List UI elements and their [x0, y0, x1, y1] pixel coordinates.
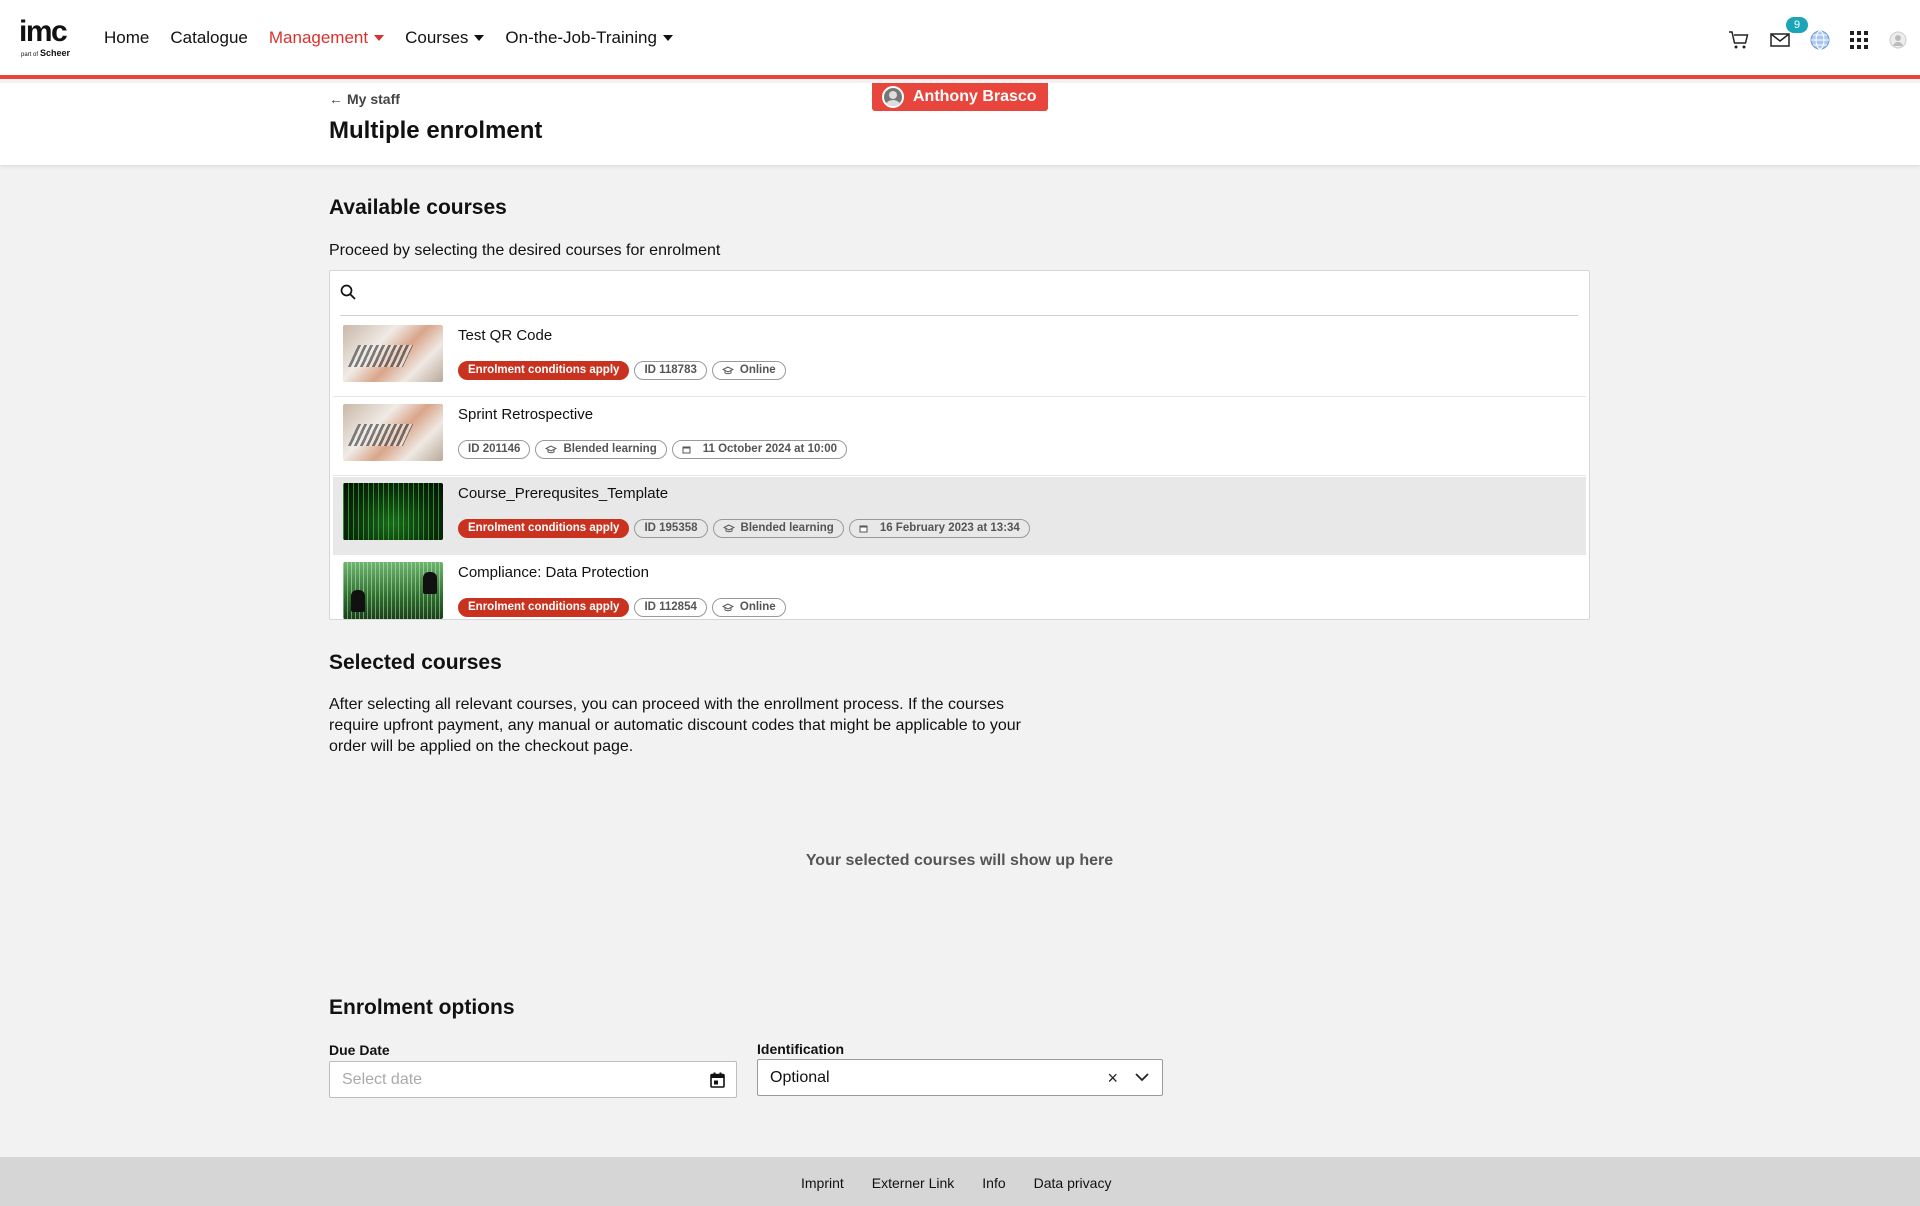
impersonated-user-chip[interactable]: Anthony Brasco — [872, 83, 1048, 111]
logo-text: imc — [19, 15, 68, 48]
course-date-tag: 11 October 2024 at 10:00 — [671, 440, 847, 459]
graduation-cap-icon — [721, 366, 734, 375]
identification-value: Optional — [770, 1069, 830, 1086]
available-courses-heading: Available courses — [329, 196, 507, 219]
course-type-tag: Online — [711, 598, 786, 617]
nav-on-the-job-training[interactable]: On-the-Job-Training — [505, 28, 673, 48]
nav-management[interactable]: Management — [269, 28, 385, 48]
course-thumbnail — [343, 404, 443, 461]
globe-icon[interactable] — [1808, 28, 1832, 52]
selected-courses-empty-state: Your selected courses will show up here — [805, 852, 1114, 869]
footer-link-externer-link[interactable]: Externer Link — [872, 1175, 954, 1191]
course-id-tag: ID 195358 — [634, 519, 708, 538]
mail-icon[interactable] — [1768, 28, 1792, 52]
footer: Imprint Externer Link Info Data privacy — [0, 1157, 1920, 1206]
identification-label: Identification — [757, 1041, 845, 1057]
search-icon — [340, 284, 356, 300]
caret-down-icon — [374, 35, 385, 41]
footer-link-imprint[interactable]: Imprint — [801, 1175, 844, 1191]
calendar-icon — [682, 446, 691, 454]
course-thumbnail — [343, 483, 443, 540]
footer-link-info[interactable]: Info — [982, 1175, 1005, 1191]
impersonated-user-name: Anthony Brasco — [913, 88, 1037, 105]
calendar-icon — [859, 525, 868, 533]
chevron-down-icon[interactable] — [1134, 1071, 1150, 1083]
calendar-icon[interactable] — [710, 1072, 725, 1088]
caret-down-icon — [474, 35, 485, 41]
due-date-field[interactable]: Select date — [329, 1061, 737, 1098]
course-thumbnail — [343, 325, 443, 382]
enrolment-conditions-tag: Enrolment conditions apply — [458, 598, 630, 617]
clear-icon[interactable]: × — [1107, 1068, 1118, 1089]
graduation-cap-icon — [721, 603, 734, 612]
selected-courses-heading: Selected courses — [329, 651, 502, 674]
course-title: Compliance: Data Protection — [458, 564, 649, 581]
user-avatar-icon — [882, 86, 904, 108]
logo-subtext: part of Scheer — [21, 48, 71, 58]
course-row-sprint-retrospective[interactable]: Sprint Retrospective ID 201146 Blended l… — [333, 398, 1586, 476]
enrolment-options-heading: Enrolment options — [329, 996, 515, 1019]
course-row-course-prerequisites-template[interactable]: Course_Prerequsites_Template Enrolment c… — [333, 477, 1586, 555]
due-date-placeholder: Select date — [342, 1071, 423, 1088]
main-nav: Home Catalogue Management Courses On-the… — [104, 28, 694, 48]
course-id-tag: ID 201146 — [458, 440, 531, 459]
course-date-tag: 16 February 2023 at 13:34 — [848, 519, 1030, 538]
page-header: ← My staff Multiple enrolment Anthony Br… — [0, 83, 1920, 165]
available-courses-description: Proceed by selecting the desired courses… — [329, 242, 721, 259]
course-id-tag: ID 118783 — [634, 361, 707, 380]
course-row-compliance-data-protection[interactable]: Compliance: Data Protection Enrolment co… — [333, 556, 1586, 619]
nav-courses[interactable]: Courses — [405, 28, 485, 48]
course-title: Course_Prerequsites_Template — [458, 485, 669, 502]
course-type-tag: Blended learning — [712, 519, 844, 538]
cart-icon[interactable] — [1727, 28, 1751, 52]
top-navigation-bar: imc part of Scheer Home Catalogue Managem… — [0, 0, 1920, 79]
course-title: Sprint Retrospective — [458, 406, 594, 423]
course-search-input[interactable] — [340, 271, 1578, 316]
course-thumbnail — [343, 562, 443, 619]
arrow-left-icon: ← — [329, 91, 343, 107]
course-id-tag: ID 112854 — [634, 598, 707, 617]
identification-select[interactable]: Optional × — [757, 1059, 1163, 1096]
course-type-tag: Blended learning — [535, 440, 667, 459]
graduation-cap-icon — [545, 445, 558, 454]
apps-grid-icon[interactable] — [1847, 28, 1871, 52]
enrolment-conditions-tag: Enrolment conditions apply — [458, 519, 630, 538]
imc-logo[interactable]: imc part of Scheer — [19, 15, 79, 62]
selected-courses-description: After selecting all relevant courses, yo… — [329, 696, 1021, 755]
course-title: Test QR Code — [458, 327, 553, 344]
footer-link-data-privacy[interactable]: Data privacy — [1034, 1175, 1112, 1191]
caret-down-icon — [662, 35, 673, 41]
nav-catalogue[interactable]: Catalogue — [170, 28, 248, 48]
course-list: Test QR Code Enrolment conditions apply … — [329, 270, 1590, 620]
graduation-cap-icon — [722, 524, 735, 533]
user-avatar-icon[interactable] — [1886, 28, 1910, 52]
mail-count-badge: 9 — [1786, 17, 1808, 33]
nav-home[interactable]: Home — [104, 28, 149, 48]
course-row-test-qr-code[interactable]: Test QR Code Enrolment conditions apply … — [333, 319, 1586, 397]
course-type-tag: Online — [711, 361, 786, 380]
due-date-label: Due Date — [329, 1042, 390, 1058]
back-to-my-staff-link[interactable]: ← My staff — [329, 91, 400, 107]
page-title: Multiple enrolment — [329, 117, 543, 144]
enrolment-conditions-tag: Enrolment conditions apply — [458, 361, 630, 380]
